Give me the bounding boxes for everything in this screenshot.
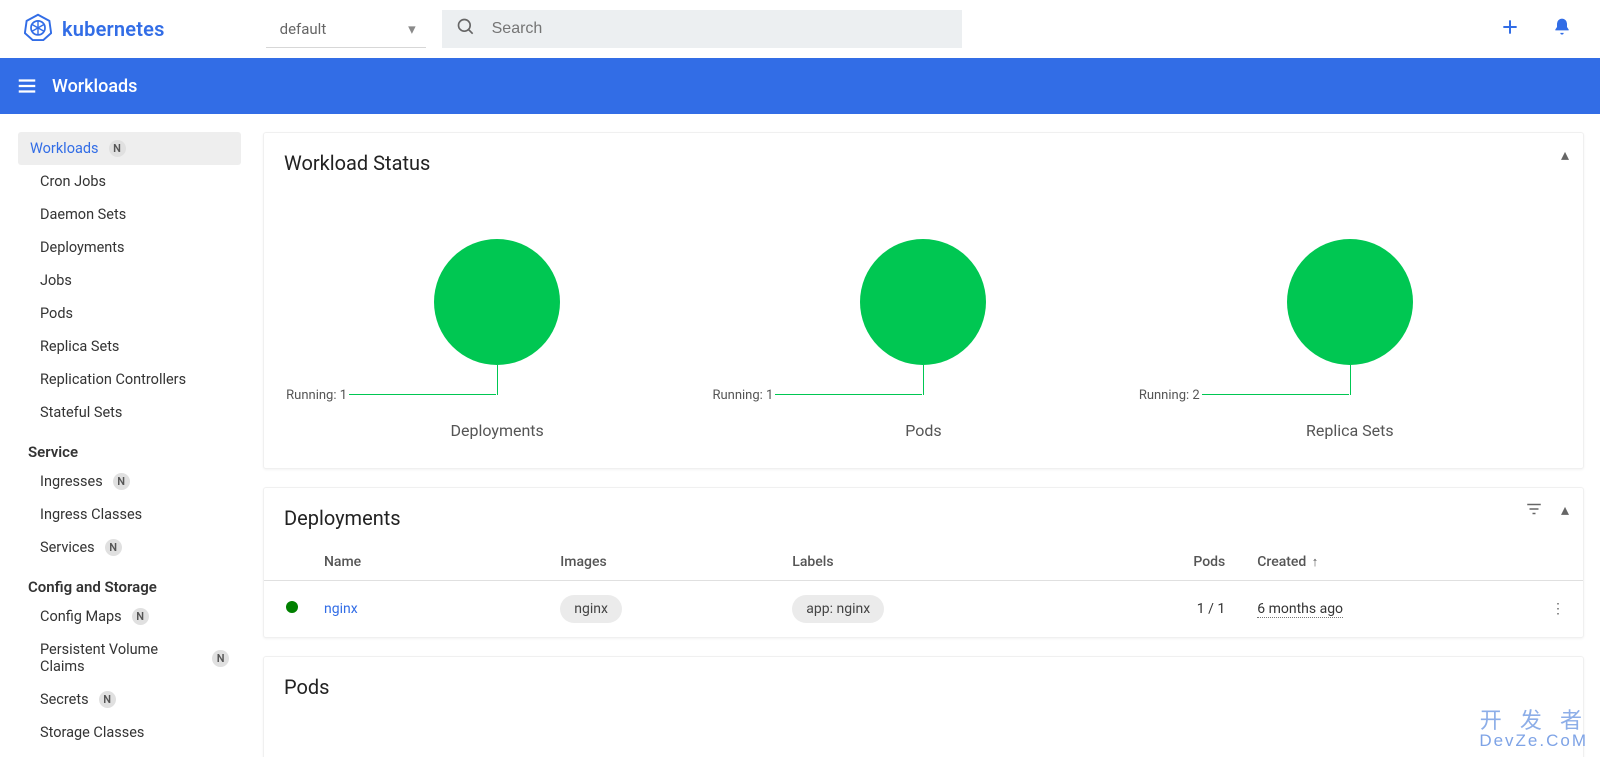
notifications-button[interactable] <box>1544 11 1580 47</box>
create-button[interactable] <box>1492 11 1528 47</box>
chevron-down-icon: ▾ <box>408 20 416 38</box>
sidebar-item-label: Storage Classes <box>40 724 144 741</box>
sidebar-item-deployments[interactable]: Deployments <box>18 231 241 264</box>
search-bar[interactable] <box>442 10 962 48</box>
table-row: nginx nginx app: nginx 1 / 1 6 months ago ⋮ <box>264 581 1583 638</box>
status-chart-replica-sets: Running: 2 Replica Sets <box>1287 239 1413 440</box>
section-bar: Workloads <box>0 58 1600 114</box>
sidebar-item-label: Workloads <box>30 140 99 157</box>
plus-icon <box>1500 17 1520 41</box>
page-title: Workloads <box>52 76 137 97</box>
sidebar-item-label: Ingress Classes <box>40 506 142 523</box>
sidebar-item-label: Stateful Sets <box>40 404 122 421</box>
sidebar-item-storage-classes[interactable]: Storage Classes <box>18 716 241 749</box>
collapse-icon[interactable]: ▴ <box>1561 145 1569 164</box>
col-labels[interactable]: Labels <box>776 544 1083 581</box>
namespace-badge: N <box>113 473 130 490</box>
card-title: Deployments <box>264 506 1583 530</box>
namespace-badge: N <box>109 140 126 157</box>
pie-icon: Running: 2 <box>1287 239 1413 365</box>
brand: kubernetes <box>24 13 165 46</box>
namespace-badge: N <box>105 539 122 556</box>
running-label: Running: 1 <box>284 388 349 403</box>
col-images[interactable]: Images <box>544 544 776 581</box>
sidebar-item-label: Persistent Volume Claims <box>40 641 202 675</box>
sidebar-item-label: Replication Controllers <box>40 371 186 388</box>
status-chart-deployments: Running: 1 Deployments <box>434 239 560 440</box>
sidebar-section-head: Service <box>18 429 241 465</box>
deployment-name-link[interactable]: nginx <box>324 601 358 617</box>
deployments-table: Name Images Labels Pods Created ↑ nginxn… <box>264 544 1583 637</box>
sidebar-item-workloads[interactable]: Workloads N <box>18 132 241 165</box>
sidebar-item-replication-controllers[interactable]: Replication Controllers <box>18 363 241 396</box>
sidebar-item-persistent-volume-claims[interactable]: Persistent Volume Claims N <box>18 633 241 683</box>
sidebar-item-label: Secrets <box>40 691 89 708</box>
sidebar-item-config-maps[interactable]: Config Maps N <box>18 600 241 633</box>
sidebar-item-label: Ingresses <box>40 473 103 490</box>
collapse-icon[interactable]: ▴ <box>1561 500 1569 522</box>
sort-asc-icon: ↑ <box>1312 555 1319 570</box>
deployments-card: Deployments ▴ Name Images Labels Pods Cr… <box>263 487 1584 638</box>
sidebar-item-label: Daemon Sets <box>40 206 126 223</box>
pods-card: Pods <box>263 656 1584 757</box>
more-vert-icon: ⋮ <box>1551 601 1565 617</box>
brand-text: kubernetes <box>62 17 165 41</box>
pie-icon: Running: 1 <box>860 239 986 365</box>
namespace-badge: N <box>212 650 229 667</box>
sidebar-item-label: Replica Sets <box>40 338 119 355</box>
workload-status-card: Workload Status ▴ Running: 1DeploymentsR… <box>263 132 1584 469</box>
topbar: kubernetes default ▾ <box>0 0 1600 58</box>
sidebar-item-pods[interactable]: Pods <box>18 297 241 330</box>
sidebar-item-services[interactable]: Services N <box>18 531 241 564</box>
namespace-value: default <box>280 20 327 38</box>
sidebar-item-label: Cron Jobs <box>40 173 106 190</box>
sidebar-item-ingress-classes[interactable]: Ingress Classes <box>18 498 241 531</box>
col-pods[interactable]: Pods <box>1083 544 1241 581</box>
pie-icon: Running: 1 <box>434 239 560 365</box>
sidebar-item-cron-jobs[interactable]: Cron Jobs <box>18 165 241 198</box>
sidebar-item-secrets[interactable]: Secrets N <box>18 683 241 716</box>
namespace-badge: N <box>99 691 116 708</box>
chart-name: Pods <box>905 421 941 440</box>
sidebar-item-label: Config Maps <box>40 608 122 625</box>
filter-icon[interactable] <box>1525 500 1543 522</box>
sidebar-item-jobs[interactable]: Jobs <box>18 264 241 297</box>
image-chip: nginx <box>560 595 622 623</box>
main: Workload Status ▴ Running: 1DeploymentsR… <box>255 114 1600 757</box>
hamburger-icon[interactable] <box>16 75 38 97</box>
running-label: Running: 2 <box>1137 388 1202 403</box>
sidebar-item-label: Pods <box>40 305 73 322</box>
card-title: Pods <box>284 675 1563 699</box>
sidebar-item-label: Services <box>40 539 95 556</box>
sidebar-item-label: Jobs <box>40 272 72 289</box>
chart-name: Replica Sets <box>1306 421 1394 440</box>
namespace-badge: N <box>132 608 149 625</box>
bell-icon <box>1552 17 1572 41</box>
status-chart-pods: Running: 1 Pods <box>860 239 986 440</box>
search-icon <box>456 17 476 41</box>
sidebar: WorkloadsNCron JobsDaemon SetsDeployment… <box>0 114 255 757</box>
card-title: Workload Status <box>284 151 1563 175</box>
running-label: Running: 1 <box>710 388 775 403</box>
label-chip: app: nginx <box>792 595 884 623</box>
namespace-select[interactable]: default ▾ <box>266 10 426 48</box>
col-name[interactable]: Name <box>264 544 544 581</box>
col-created[interactable]: Created ↑ <box>1241 544 1533 581</box>
pods-count: 1 / 1 <box>1083 581 1241 638</box>
kubernetes-logo-icon <box>24 13 52 46</box>
sidebar-item-daemon-sets[interactable]: Daemon Sets <box>18 198 241 231</box>
status-dot-icon <box>286 601 298 613</box>
sidebar-item-replica-sets[interactable]: Replica Sets <box>18 330 241 363</box>
created-age: 6 months ago <box>1257 601 1343 618</box>
sidebar-item-ingresses[interactable]: Ingresses N <box>18 465 241 498</box>
row-menu-button[interactable]: ⋮ <box>1533 581 1583 638</box>
chart-name: Deployments <box>451 421 544 440</box>
search-input[interactable] <box>490 19 948 39</box>
sidebar-item-label: Deployments <box>40 239 125 256</box>
sidebar-section-head: Config and Storage <box>18 564 241 600</box>
sidebar-item-stateful-sets[interactable]: Stateful Sets <box>18 396 241 429</box>
